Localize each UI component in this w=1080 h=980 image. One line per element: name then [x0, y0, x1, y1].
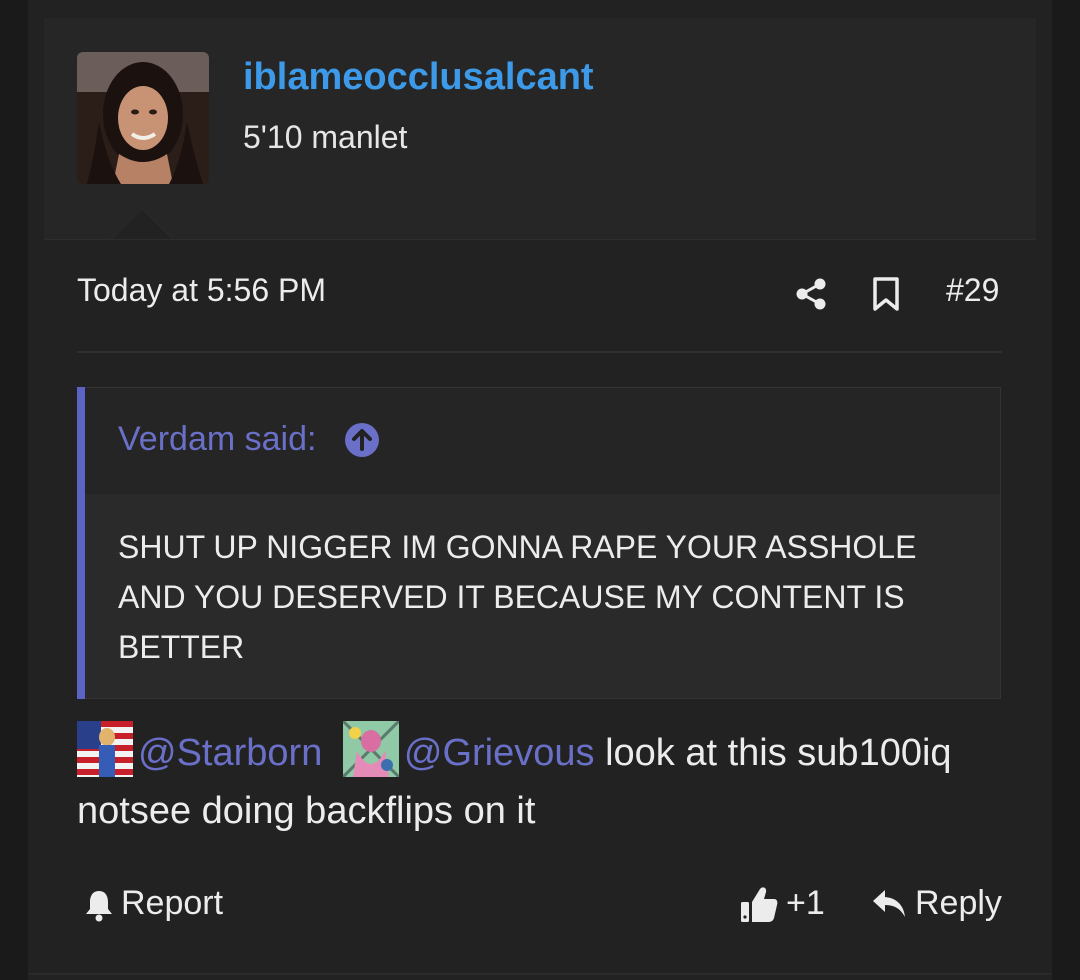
grievous-avatar-icon[interactable] — [342, 721, 399, 777]
meta-divider — [77, 351, 1002, 353]
post-number-link[interactable]: #29 — [946, 272, 999, 309]
reply-icon[interactable] — [871, 888, 907, 920]
post-timestamp[interactable]: Today at 5:56 PM — [77, 272, 326, 309]
bookmark-icon[interactable] — [871, 276, 901, 312]
reply-button[interactable]: Reply — [915, 884, 1002, 923]
user-header-arrow — [112, 209, 172, 239]
share-icon[interactable] — [794, 277, 828, 311]
quote-author-link[interactable]: Verdam said: — [118, 420, 316, 459]
user-avatar[interactable] — [77, 52, 209, 184]
mention-grievous[interactable]: @Grievous — [404, 732, 595, 774]
username-link[interactable]: iblameocclusalcant — [243, 56, 594, 99]
avatar-photo-icon — [77, 52, 209, 184]
quote-accent-bar — [77, 387, 85, 699]
thumbs-up-icon[interactable] — [739, 884, 779, 924]
page: iblameocclusalcant 5'10 manlet Today at … — [0, 0, 1080, 980]
bell-icon[interactable] — [84, 888, 114, 922]
arrow-up-circle-icon[interactable] — [344, 422, 380, 458]
report-button[interactable]: Report — [121, 884, 223, 923]
post-message: @Starborn @Grievous look at this sub100i… — [77, 721, 1017, 840]
like-count[interactable]: +1 — [786, 884, 825, 923]
post-bottom-divider — [28, 973, 1052, 975]
quote-text: SHUT UP NIGGER IM GONNA RAPE YOUR ASSHOL… — [118, 529, 917, 665]
mention-starborn[interactable]: @Starborn — [138, 732, 322, 774]
starborn-avatar-icon[interactable] — [77, 721, 133, 777]
user-title: 5'10 manlet — [243, 119, 408, 155]
